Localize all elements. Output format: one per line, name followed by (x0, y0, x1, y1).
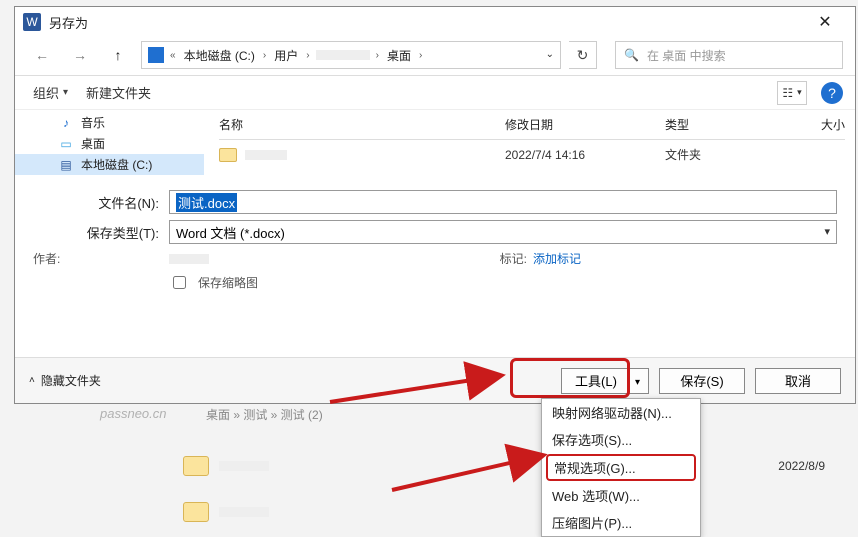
breadcrumb[interactable]: « 本地磁盘 (C:) › 用户 › › 桌面 › ⌄ (141, 41, 561, 69)
chevron-right-icon: › (372, 50, 383, 61)
chevron-down-icon: ▾ (635, 377, 640, 388)
tag-label: 标记: (500, 250, 527, 267)
word-icon: W (23, 13, 41, 31)
disk-icon: ▤ (59, 158, 73, 172)
dialog-footer: ˄ 隐藏文件夹 工具(L)▾ 保存(S) 取消 (15, 357, 855, 403)
bc-desktop[interactable]: 桌面 (385, 47, 413, 64)
bc-user[interactable]: 用户 (272, 47, 300, 64)
save-button[interactable]: 保存(S) (659, 368, 745, 394)
bc-username-redacted (316, 50, 370, 60)
bc-disk[interactable]: 本地磁盘 (C:) (182, 47, 257, 64)
drive-icon (148, 47, 164, 63)
bg-row-date: 2022/8/9 (778, 459, 825, 473)
help-icon[interactable]: ? (821, 82, 843, 104)
music-icon: ♪ (59, 116, 73, 130)
savetype-label: 保存类型(T): (33, 223, 159, 242)
nav-row: ← → ↑ « 本地磁盘 (C:) › 用户 › › 桌面 › ⌄ ↻ 🔍 在 … (15, 37, 855, 76)
nav-tree: ♪ 音乐 ▭ 桌面 ▤ 本地磁盘 (C:) (15, 110, 205, 180)
forward-icon: → (65, 41, 95, 69)
hide-folders-toggle[interactable]: ˄ 隐藏文件夹 (29, 372, 101, 389)
bg-list-item[interactable] (183, 500, 843, 524)
watermark-text: passneo.cn (100, 406, 167, 421)
desktop-icon: ▭ (59, 137, 73, 151)
bg-folder-name-redacted (219, 461, 269, 471)
menu-save-options[interactable]: 保存选项(S)... (542, 426, 700, 453)
author-redacted (169, 254, 209, 264)
folder-icon (219, 148, 237, 162)
add-tag-link[interactable]: 添加标记 (533, 250, 581, 267)
tree-music[interactable]: ♪ 音乐 (15, 112, 204, 133)
tools-button[interactable]: 工具(L)▾ (561, 368, 649, 394)
toolbar: 组织▾ 新建文件夹 ☷ ▾ ? (15, 76, 855, 110)
filename-label: 文件名(N): (33, 193, 159, 212)
savetype-select[interactable]: Word 文档 (*.docx) (169, 220, 837, 244)
cancel-button[interactable]: 取消 (755, 368, 841, 394)
row-date: 2022/7/4 14:16 (505, 148, 665, 162)
thumb-checkbox[interactable] (173, 276, 186, 289)
chevron-right-icon: › (415, 50, 426, 61)
author-label: 作者: (33, 250, 159, 267)
tree-local-disk[interactable]: ▤ 本地磁盘 (C:) (15, 154, 204, 175)
save-thumb-checkbox[interactable]: 保存缩略图 (169, 273, 258, 292)
chevron-right-icon: › (302, 50, 313, 61)
search-input[interactable]: 🔍 在 桌面 中搜索 (615, 41, 843, 69)
col-size[interactable]: 大小 (795, 116, 845, 133)
dialog-body: ♪ 音乐 ▭ 桌面 ▤ 本地磁盘 (C:) 名称 修改日期 类型 大小 (15, 110, 855, 180)
save-as-dialog: W 另存为 ✕ ← → ↑ « 本地磁盘 (C:) › 用户 › › 桌面 › … (14, 6, 856, 404)
refresh-icon[interactable]: ↻ (569, 41, 597, 69)
dialog-title: 另存为 (49, 13, 88, 32)
folder-icon (183, 456, 209, 476)
filename-value: 测试.docx (176, 193, 237, 212)
up-icon[interactable]: ↑ (103, 41, 133, 69)
view-button[interactable]: ☷ ▾ (777, 81, 807, 105)
col-name[interactable]: 名称 (219, 116, 505, 133)
row-type: 文件夹 (665, 146, 795, 163)
tree-desktop[interactable]: ▭ 桌面 (15, 133, 204, 154)
bg-breadcrumb: 桌面 » 测试 » 测试 (2) (206, 406, 323, 423)
list-item[interactable]: 2022/7/4 14:16 文件夹 (219, 140, 845, 169)
close-icon[interactable]: ✕ (803, 7, 847, 37)
fields: 文件名(N): 测试.docx 保存类型(T): Word 文档 (*.docx… (15, 180, 855, 292)
filename-input[interactable]: 测试.docx (169, 190, 837, 214)
chevron-right-icon: › (259, 50, 270, 61)
savetype-value: Word 文档 (*.docx) (176, 223, 285, 242)
chevron-right-icon: « (166, 50, 180, 61)
chevron-up-icon: ˄ (29, 375, 35, 386)
search-placeholder: 在 桌面 中搜索 (647, 47, 726, 64)
bg-list-item[interactable]: 2022/8/9 (183, 454, 843, 478)
menu-map-drive[interactable]: 映射网络驱动器(N)... (542, 399, 700, 426)
folder-icon (183, 502, 209, 522)
column-headers[interactable]: 名称 修改日期 类型 大小 (219, 110, 845, 140)
organize-button[interactable]: 组织▾ (27, 78, 74, 107)
folder-name-redacted (245, 150, 287, 160)
bg-folder-name-redacted (219, 507, 269, 517)
chevron-down-icon: ▾ (63, 87, 68, 98)
new-folder-button[interactable]: 新建文件夹 (80, 78, 157, 107)
chevron-down-icon[interactable]: ⌄ (546, 49, 554, 60)
col-type[interactable]: 类型 (665, 116, 795, 133)
search-icon: 🔍 (624, 48, 639, 62)
titlebar: W 另存为 ✕ (15, 7, 855, 37)
back-icon[interactable]: ← (27, 41, 57, 69)
file-list: 名称 修改日期 类型 大小 2022/7/4 14:16 文件夹 (205, 110, 855, 180)
col-date[interactable]: 修改日期 (505, 116, 665, 133)
